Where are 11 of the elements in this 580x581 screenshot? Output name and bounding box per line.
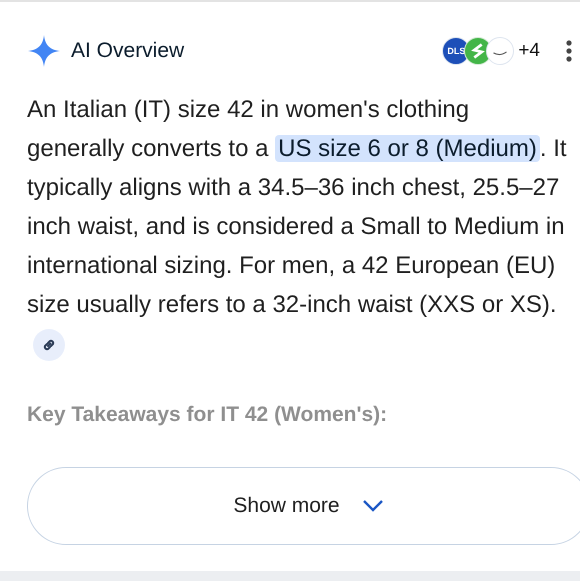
sparkle-icon bbox=[27, 34, 61, 68]
link-icon[interactable] bbox=[33, 328, 65, 361]
more-options-icon[interactable] bbox=[566, 40, 572, 62]
section-heading: Key Takeaways for IT 42 (Women's): bbox=[27, 403, 388, 427]
source-logo-icon[interactable] bbox=[486, 37, 514, 65]
more-sources-count[interactable]: +4 bbox=[518, 40, 540, 62]
overview-title: AI Overview bbox=[71, 39, 186, 63]
answer-paragraph: An Italian (IT) size 42 in women's clothing generally converts to a US size 6 or 8 (Medium). It typically aligns with a 34.5–36 inch chest, 25.5–27 inch waist, and is considered a Small to Medium in international sizing. For men, a 42 European (EU) size usually refers to a 32-inch waist (XXS or XS). bbox=[27, 90, 567, 363]
chevron-down-icon bbox=[362, 499, 384, 513]
highlight-link[interactable]: US size 6 or 8 (Medium) bbox=[275, 135, 540, 162]
show-more-button[interactable]: Show more bbox=[27, 467, 580, 545]
